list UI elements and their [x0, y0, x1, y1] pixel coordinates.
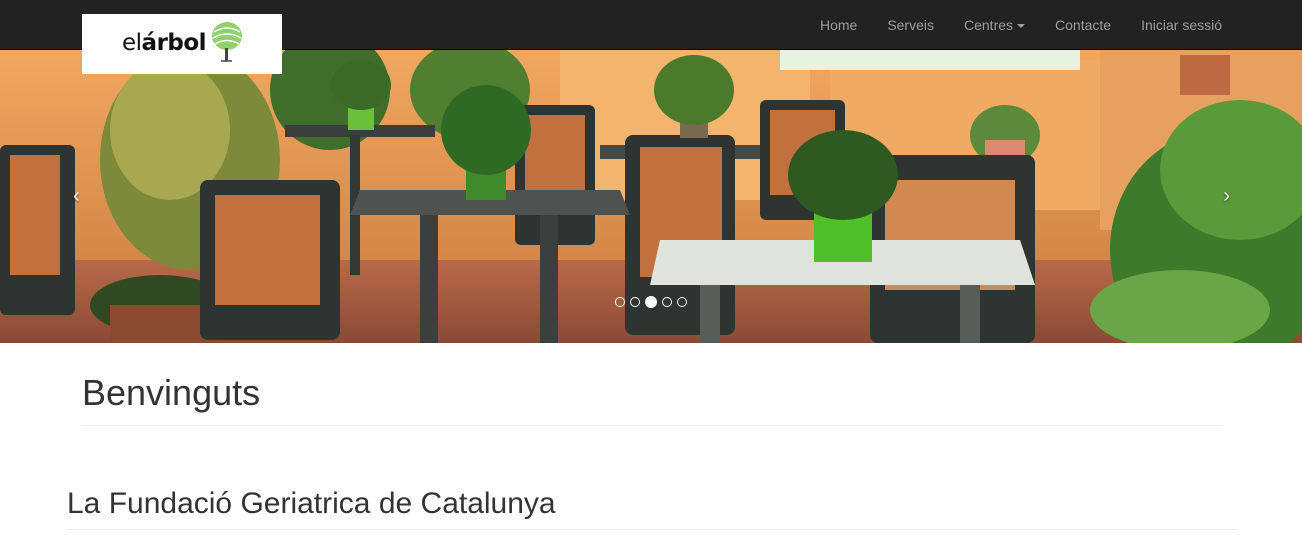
nav-item-contacte[interactable]: Contacte	[1040, 0, 1126, 50]
carousel-indicator-active[interactable]	[645, 296, 657, 308]
section-header: La Fundació Geriatrica de Catalunya	[67, 484, 1237, 530]
chevron-right-icon: ›	[1223, 185, 1230, 207]
nav-item-centres[interactable]: Centres	[949, 0, 1040, 50]
logo-text-arbol: árbol	[141, 30, 207, 56]
section-title: La Fundació Geriatrica de Catalunya	[67, 487, 556, 520]
brand-logo[interactable]: elárbol	[82, 14, 282, 74]
nav-item-serveis[interactable]: Serveis	[872, 0, 949, 50]
nav-menu: Home Serveis Centres Contacte Iniciar se…	[805, 0, 1237, 50]
carousel-indicator[interactable]	[662, 297, 672, 307]
chevron-left-icon: ‹	[73, 185, 80, 207]
nav-item-home[interactable]: Home	[805, 0, 872, 50]
nav-item-centres-label: Centres	[964, 17, 1014, 33]
page-title: Benvinguts	[82, 372, 261, 413]
logo-wordmark: elárbol	[122, 30, 207, 56]
logo-text-el: el	[122, 30, 142, 56]
caret-down-icon	[1017, 24, 1026, 29]
carousel-indicator[interactable]	[630, 297, 640, 307]
page-header: Benvinguts	[82, 370, 1222, 426]
carousel-indicator[interactable]	[677, 297, 687, 307]
nav-item-login[interactable]: Iniciar sessió	[1126, 0, 1237, 50]
hero-carousel: ‹ ›	[0, 50, 1302, 343]
tree-icon	[212, 22, 242, 62]
carousel-indicator[interactable]	[615, 297, 625, 307]
carousel-indicators	[0, 296, 1302, 308]
